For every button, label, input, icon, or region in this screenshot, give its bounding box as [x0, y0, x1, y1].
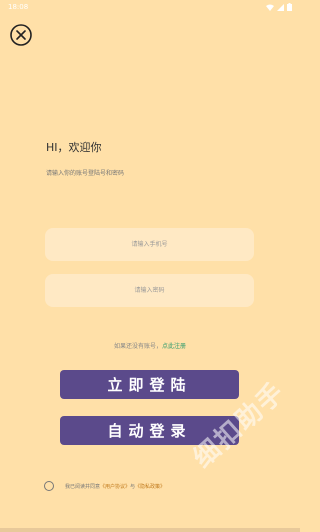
greeting-title: HI，欢迎你	[46, 141, 102, 154]
phone-field[interactable]	[45, 227, 254, 262]
register-link[interactable]: 点此注册	[162, 343, 186, 350]
user-agreement-link[interactable]: 《用户协议》	[100, 483, 130, 490]
login-subtitle: 请输入你的账号登陆号和密码	[46, 170, 125, 177]
password-input[interactable]	[45, 273, 254, 308]
register-prompt-text: 如果还没有账号，	[113, 343, 162, 350]
password-field[interactable]	[45, 273, 254, 308]
agreement-radio[interactable]	[44, 481, 54, 491]
phone-input[interactable]	[45, 227, 254, 262]
status-bar: 18:08	[0, 0, 300, 14]
agreement-row: 我已阅读并同意 《用户协议》 与 《隐私政策》	[44, 481, 165, 491]
privacy-policy-link[interactable]: 《隐私政策》	[135, 483, 165, 490]
signal-icon	[277, 3, 284, 11]
battery-icon	[287, 3, 292, 11]
agreement-prefix: 我已阅读并同意	[65, 483, 101, 490]
register-prompt: 如果还没有账号，点此注册	[0, 341, 300, 350]
status-time: 18:08	[8, 3, 29, 11]
close-icon	[10, 24, 32, 46]
status-icons	[266, 3, 292, 11]
home-bar	[0, 528, 300, 532]
close-button[interactable]	[10, 24, 32, 46]
wifi-icon	[266, 4, 274, 11]
login-button[interactable]: 立即登陆	[60, 370, 239, 399]
